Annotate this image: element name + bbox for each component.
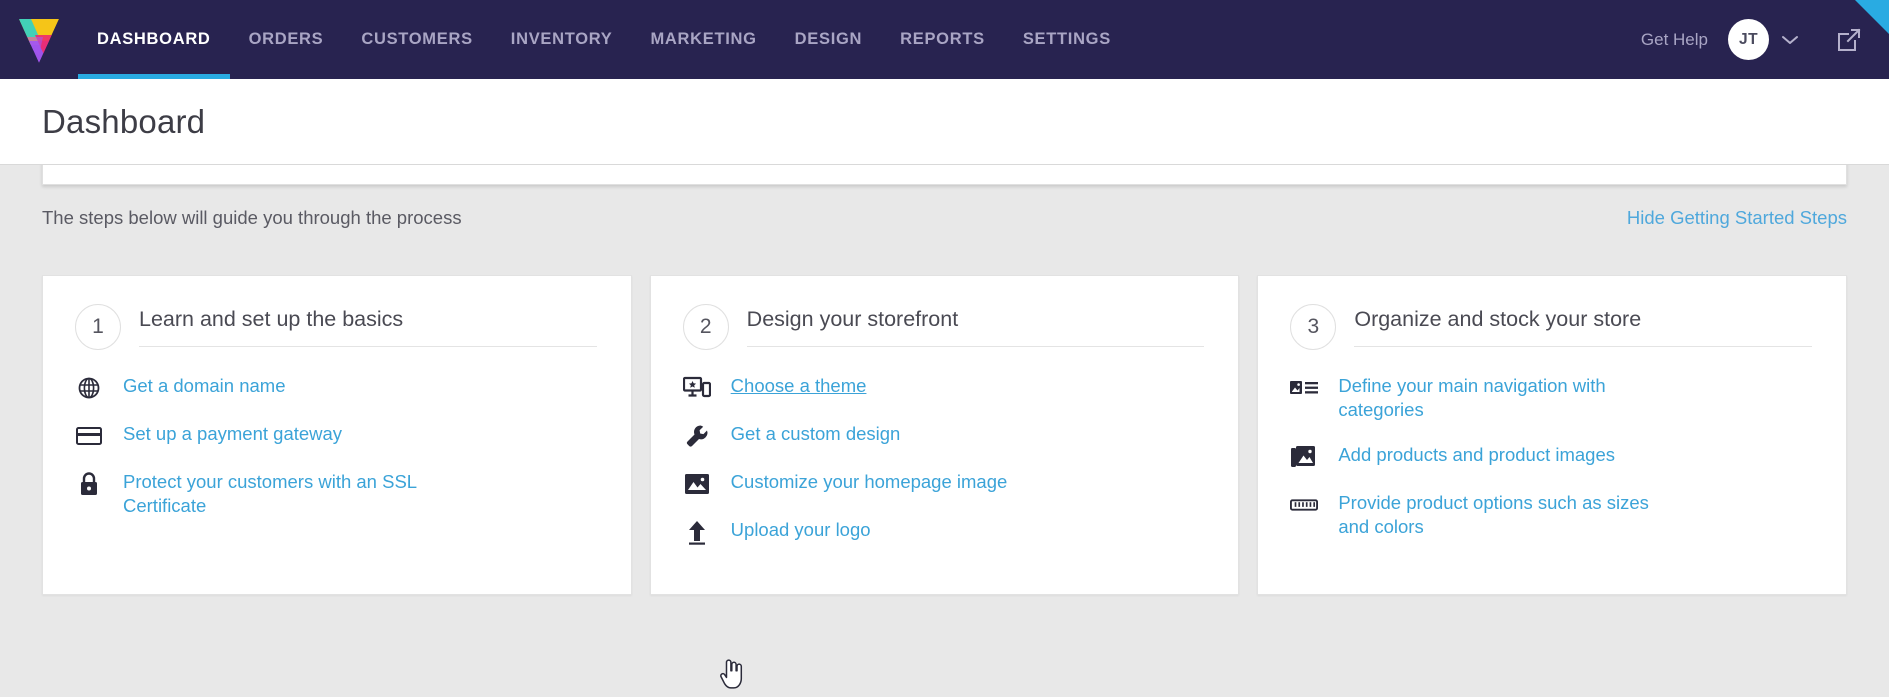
list-item[interactable]: Set up a payment gateway [75, 422, 597, 448]
partially-visible-card-above [42, 165, 1847, 185]
globe-icon [75, 374, 103, 400]
step-number-badge: 1 [75, 304, 121, 350]
nav-links: DASHBOARD ORDERS CUSTOMERS INVENTORY MAR… [78, 0, 1641, 79]
nav-item-label: REPORTS [900, 30, 985, 48]
card-links: Define your main navigation with categor… [1290, 374, 1812, 539]
step-number: 1 [92, 315, 104, 338]
step-number: 3 [1307, 315, 1320, 338]
nav-item-label: ORDERS [248, 30, 324, 48]
responsive-devices-icon [682, 374, 711, 400]
lock-icon [75, 470, 103, 496]
card-header: 2 Design your storefront [682, 304, 1205, 352]
list-item[interactable]: Choose a theme [682, 374, 1205, 400]
getting-started-card-3: 3 Organize and stock your store Define y… [1257, 275, 1848, 595]
upload-icon [683, 518, 711, 545]
step-number: 2 [699, 315, 712, 338]
get-help-link[interactable]: Get Help [1641, 30, 1708, 50]
step-number-badge: 3 [1290, 304, 1337, 350]
nav-item-label: SETTINGS [1022, 30, 1111, 48]
card-links: Choose a theme Get a custom design Custo… [682, 374, 1205, 545]
nav-item-marketing[interactable]: MARKETING [631, 0, 775, 79]
top-navigation-bar: DASHBOARD ORDERS CUSTOMERS INVENTORY MAR… [0, 0, 1889, 79]
main-content-area: The steps below will guide you through t… [0, 165, 1889, 697]
chevron-down-icon[interactable] [1781, 34, 1799, 46]
getting-started-note: The steps below will guide you through t… [42, 207, 462, 228]
list-item-link[interactable]: Get a custom design [731, 422, 901, 446]
list-item[interactable]: Get a custom design [683, 422, 1205, 448]
list-item-link[interactable]: Provide product options such as sizes an… [1338, 491, 1668, 538]
photos-icon [1290, 443, 1318, 469]
list-item[interactable]: Upload your logo [683, 518, 1205, 545]
list-item-link[interactable]: Choose a theme [731, 374, 867, 398]
getting-started-header-row: The steps below will guide you through t… [42, 207, 1847, 229]
hide-getting-started-steps-link[interactable]: Hide Getting Started Steps [1627, 207, 1847, 229]
avatar-initials: JT [1738, 30, 1759, 48]
corner-accent-triangle [1855, 0, 1889, 34]
avatar[interactable]: JT [1728, 19, 1769, 60]
card-header: 3 Organize and stock your store [1290, 304, 1813, 352]
card-title: Design your storefront [746, 307, 1205, 347]
list-item[interactable]: Define your main navigation with categor… [1290, 374, 1812, 421]
list-item[interactable]: Customize your homepage image [683, 470, 1205, 496]
page-title: Dashboard [42, 102, 206, 140]
nav-item-orders[interactable]: ORDERS [230, 0, 343, 79]
nav-item-reports[interactable]: REPORTS [881, 0, 1004, 79]
brand-logo[interactable] [0, 0, 78, 79]
nav-item-label: DASHBOARD [97, 30, 211, 48]
image-icon [683, 470, 711, 496]
list-item-link[interactable]: Get a domain name [123, 374, 285, 398]
list-item[interactable]: Get a domain name [75, 374, 597, 400]
getting-started-cards: 1 Learn and set up the basics Get a doma… [42, 275, 1848, 595]
list-item-link[interactable]: Customize your homepage image [731, 470, 1008, 494]
list-item-link[interactable]: Define your main navigation with categor… [1338, 374, 1668, 421]
nav-item-settings[interactable]: SETTINGS [1004, 0, 1130, 79]
nav-item-inventory[interactable]: INVENTORY [492, 0, 632, 79]
card-links: Get a domain name Set up a payment gatew… [75, 374, 597, 517]
nav-right-cluster: Get Help JT [1641, 0, 1889, 79]
list-item[interactable]: Add products and product images [1290, 443, 1812, 469]
list-item-link[interactable]: Protect your customers with an SSL Certi… [123, 470, 453, 517]
nav-item-customers[interactable]: CUSTOMERS [342, 0, 491, 79]
list-item-link[interactable]: Add products and product images [1338, 443, 1615, 467]
nav-item-label: INVENTORY [510, 30, 613, 48]
nav-item-label: DESIGN [794, 30, 863, 48]
nav-item-label: MARKETING [650, 30, 757, 48]
list-item-link[interactable]: Upload your logo [731, 518, 871, 542]
page-title-bar: Dashboard [0, 79, 1889, 165]
nav-item-label: CUSTOMERS [361, 30, 473, 48]
getting-started-card-1: 1 Learn and set up the basics Get a doma… [42, 275, 632, 595]
wrench-icon [683, 422, 711, 448]
brand-logo-icon [19, 18, 59, 63]
navigation-list-icon [1290, 374, 1319, 400]
pointer-hand-cursor [720, 659, 743, 689]
nav-item-dashboard[interactable]: DASHBOARD [78, 0, 230, 79]
credit-card-icon [75, 422, 103, 448]
getting-started-card-2: 2 Design your storefront Choose a theme … [649, 275, 1240, 595]
list-item[interactable]: Provide product options such as sizes an… [1290, 491, 1812, 538]
card-title: Learn and set up the basics [139, 307, 597, 347]
nav-item-design[interactable]: DESIGN [776, 0, 881, 79]
list-item-link[interactable]: Set up a payment gateway [123, 422, 342, 446]
list-item[interactable]: Protect your customers with an SSL Certi… [75, 470, 597, 517]
ruler-icon [1290, 491, 1319, 517]
card-title: Organize and stock your store [1354, 307, 1813, 347]
card-header: 1 Learn and set up the basics [75, 304, 597, 352]
step-number-badge: 2 [682, 304, 729, 350]
